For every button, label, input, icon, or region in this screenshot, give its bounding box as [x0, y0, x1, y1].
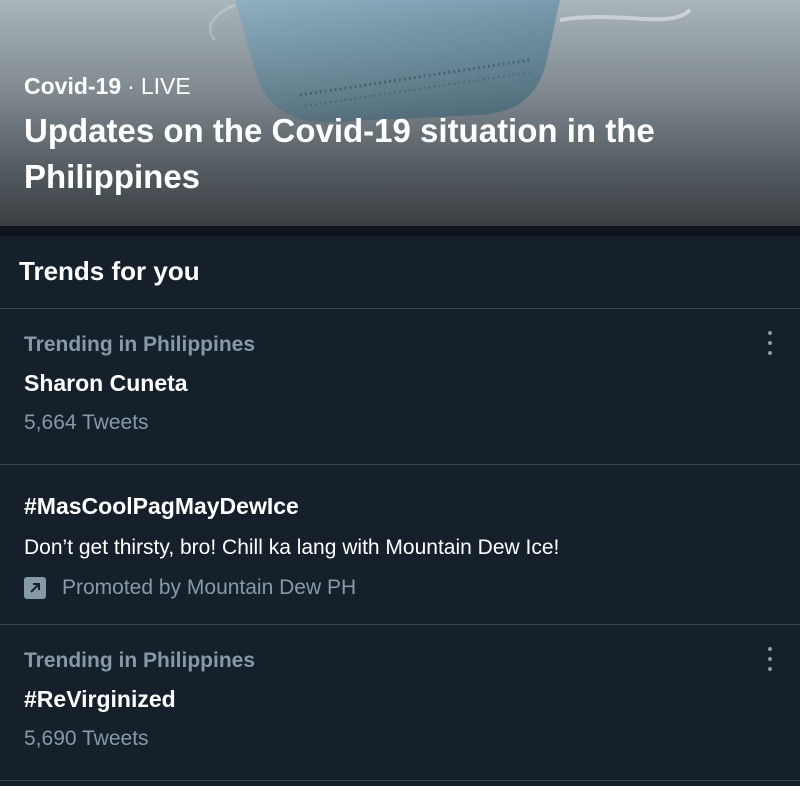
trend-tweet-count: 5,664 Tweets — [24, 411, 149, 434]
promoted-trend-name: #MasCoolPagMayDewIce — [24, 493, 299, 519]
trend-context: Trending in Philippines — [24, 649, 256, 672]
section-divider — [0, 226, 800, 236]
trend-item[interactable]: Trending in Philippines #ReVirginized 5,… — [0, 625, 800, 781]
trend-context: Trending in Philippines — [24, 333, 256, 356]
hero-text-block: Covid-19 · LIVE Updates on the Covid-19 si… — [24, 70, 776, 200]
trend-name: Sharon Cuneta — [24, 370, 188, 396]
promoted-trend-description: Don’t get thirsty, bro! Chill ka lang wi… — [24, 536, 560, 559]
trend-name: #ReVirginized — [24, 686, 176, 712]
promoted-by-label: Promoted by Mountain Dew PH — [62, 576, 357, 599]
hero-meta: Covid-19 · LIVE — [24, 70, 776, 102]
more-vertical-icon[interactable] — [760, 647, 780, 671]
promoted-trend-item[interactable]: #MasCoolPagMayDewIce Don’t get thirsty, … — [0, 465, 800, 625]
trend-item[interactable]: Trending in Philippines Sharon Cuneta 5,… — [0, 309, 800, 465]
hero-live-status: LIVE — [140, 73, 191, 99]
more-vertical-icon[interactable] — [760, 331, 780, 355]
promoted-by[interactable]: Promoted by Mountain Dew PH — [24, 576, 776, 600]
event-hero-banner[interactable]: Covid-19 · LIVE Updates on the Covid-19 si… — [0, 0, 800, 226]
hero-separator: · — [127, 73, 135, 99]
hero-category: Covid-19 — [24, 73, 122, 99]
trends-section-title: Trends for you — [0, 236, 800, 309]
promoted-arrow-icon — [24, 577, 46, 599]
hero-title: Updates on the Covid-19 situation in the… — [24, 112, 655, 195]
trend-tweet-count: 5,690 Tweets — [24, 727, 149, 750]
